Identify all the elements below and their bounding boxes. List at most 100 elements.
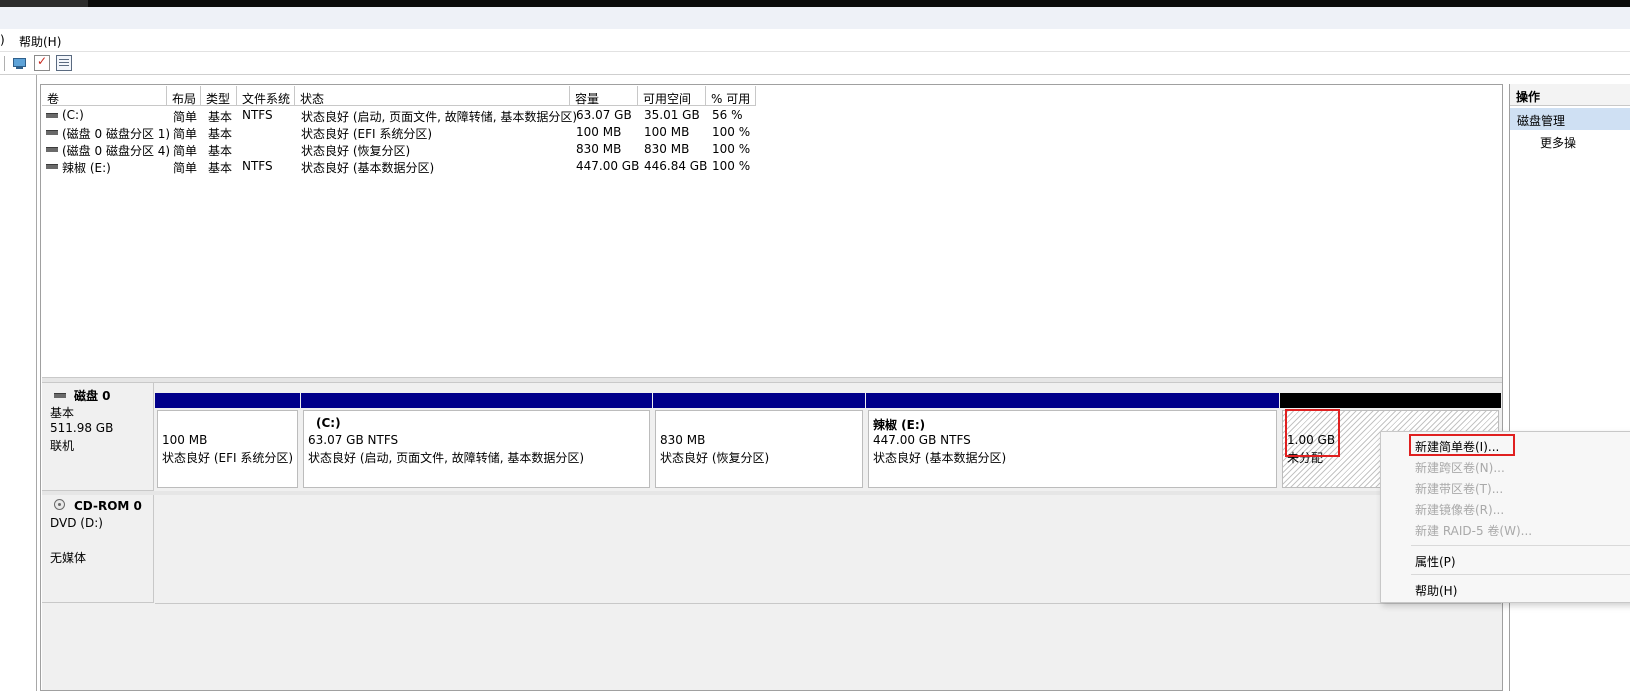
cell-free-space: 446.84 GB (644, 159, 708, 173)
disk-icon (54, 393, 66, 398)
properties-icon[interactable] (56, 55, 72, 71)
column-header-type[interactable]: 类型 (201, 86, 237, 106)
partition-body: 830 MB 状态良好 (恢复分区) (655, 410, 863, 488)
highlight-box-unallocated (1285, 409, 1340, 457)
cell-free-space: 35.01 GB (644, 108, 700, 122)
unallocated-bar (1280, 393, 1501, 408)
cell-status: 状态良好 (恢复分区) (301, 144, 411, 158)
volume-icon (46, 113, 58, 118)
partition-e[interactable]: 辣椒 (E:) 447.00 GB NTFS 状态良好 (基本数据分区) (866, 393, 1279, 491)
cell-layout: 简单 (173, 144, 198, 158)
cdrom-0-label[interactable]: CD-ROM 0 DVD (D:) 无媒体 (42, 495, 154, 603)
column-header-free-space[interactable]: 可用空间 (638, 86, 706, 106)
cell-status: 状态良好 (基本数据分区) (301, 161, 435, 175)
partition-recovery[interactable]: 830 MB 状态良好 (恢复分区) (653, 393, 865, 491)
cell-type: 基本 (208, 110, 233, 124)
volume-icon (46, 130, 58, 135)
menu-separator (1411, 574, 1630, 575)
table-row[interactable]: 辣椒 (E:) 简单 基本 NTFS 状态良好 (基本数据分区) 447.00 … (42, 158, 1502, 175)
cell-volume: (磁盘 0 磁盘分区 4) (62, 144, 171, 158)
table-row[interactable]: (C:) 简单 基本 NTFS 状态良好 (启动, 页面文件, 故障转储, 基本… (42, 107, 1502, 124)
disk-name: 磁盘 0 (74, 389, 111, 403)
console-tree-pane[interactable] (0, 75, 37, 691)
disk-graphical-view: 磁盘 0 基本 511.98 GB 联机 100 MB 状态良好 (EFI 系统… (42, 383, 1502, 690)
menu-item-help[interactable]: 帮助(H) (1415, 582, 1457, 599)
menu-item-new-raid5-volume[interactable]: 新建 RAID-5 卷(W)... (1415, 522, 1532, 539)
table-row[interactable]: (磁盘 0 磁盘分区 1) 简单 基本 状态良好 (EFI 系统分区) 100 … (42, 124, 1502, 141)
cell-percent-free: 100 % (712, 142, 751, 156)
cell-type: 基本 (208, 127, 233, 141)
disk-size: 511.98 GB (50, 421, 114, 435)
cell-layout: 简单 (173, 161, 198, 175)
partition-efi[interactable]: 100 MB 状态良好 (EFI 系统分区) (155, 393, 300, 491)
cell-volume: 辣椒 (E:) (62, 161, 111, 175)
volume-list: 卷 布局 类型 文件系统 状态 容量 可用空间 % 可用 (C:) 简单 基本 … (42, 86, 1502, 377)
cell-layout: 简单 (173, 127, 198, 141)
actions-section-disk-management[interactable]: 磁盘管理 (1510, 108, 1630, 130)
partition-status: 状态良好 (恢复分区) (660, 451, 770, 465)
column-header-status[interactable]: 状态 (295, 86, 570, 106)
cell-percent-free: 56 % (712, 108, 743, 122)
column-header-layout[interactable]: 布局 (167, 86, 201, 106)
window-titlebar (0, 0, 1630, 7)
cell-percent-free: 100 % (712, 159, 751, 173)
cell-type: 基本 (208, 144, 233, 158)
cell-free-space: 830 MB (644, 142, 690, 156)
cell-capacity: 100 MB (576, 125, 622, 139)
menu-separator (1411, 545, 1630, 546)
actions-header: 操作 (1510, 84, 1630, 106)
menu-item-new-striped-volume[interactable]: 新建带区卷(T)... (1415, 480, 1503, 497)
partition-title: 辣椒 (E:) (873, 418, 926, 432)
partition-bar (155, 393, 300, 408)
column-header-volume[interactable]: 卷 (42, 86, 167, 106)
table-row[interactable]: (磁盘 0 磁盘分区 4) 简单 基本 状态良好 (恢复分区) 830 MB 8… (42, 141, 1502, 158)
toolbar-separator (4, 56, 5, 71)
partition-bar (866, 393, 1279, 408)
column-header-percent-free[interactable]: % 可用 (706, 86, 756, 106)
partition-body: (C:) 63.07 GB NTFS 状态良好 (启动, 页面文件, 故障转储,… (303, 410, 650, 488)
menu-item-help[interactable]: 帮助(H) (19, 33, 61, 50)
partition-body: 100 MB 状态良好 (EFI 系统分区) (157, 410, 298, 488)
disk-management-pane: 卷 布局 类型 文件系统 状态 容量 可用空间 % 可用 (C:) 简单 基本 … (40, 84, 1503, 691)
cd-drive-icon (54, 499, 65, 510)
cell-free-space: 100 MB (644, 125, 690, 139)
cell-filesystem: NTFS (242, 159, 273, 173)
cell-layout: 简单 (173, 110, 198, 124)
column-header-capacity[interactable]: 容量 (570, 86, 638, 106)
menu-item-new-mirrored-volume[interactable]: 新建镜像卷(R)... (1415, 501, 1504, 518)
actions-more-link[interactable]: 更多操 (1540, 134, 1576, 151)
partition-bar (301, 393, 652, 408)
partition-status: 状态良好 (启动, 页面文件, 故障转储, 基本数据分区) (308, 451, 585, 465)
computer-icon[interactable] (12, 55, 28, 71)
cell-status: 状态良好 (EFI 系统分区) (301, 127, 433, 141)
toolbar (0, 52, 1630, 75)
cdrom-drive: DVD (D:) (50, 516, 103, 530)
menu-item-properties[interactable]: 属性(P) (1415, 553, 1456, 570)
volume-icon (46, 147, 58, 152)
menu-item-new-spanned-volume[interactable]: 新建跨区卷(N)... (1415, 459, 1505, 476)
partition-body: 辣椒 (E:) 447.00 GB NTFS 状态良好 (基本数据分区) (868, 410, 1277, 488)
cell-volume: (C:) (62, 108, 84, 122)
cell-percent-free: 100 % (712, 125, 751, 139)
window-tab[interactable] (0, 0, 88, 7)
cdrom-area[interactable] (155, 495, 1501, 604)
cdrom-media: 无媒体 (50, 551, 87, 565)
checklist-icon[interactable] (34, 54, 50, 71)
disk-kind: 基本 (50, 406, 75, 420)
cell-status: 状态良好 (启动, 页面文件, 故障转储, 基本数据分区) (301, 110, 578, 124)
cell-capacity: 830 MB (576, 142, 622, 156)
partition-c[interactable]: (C:) 63.07 GB NTFS 状态良好 (启动, 页面文件, 故障转储,… (301, 393, 652, 491)
partition-size: 830 MB (660, 433, 706, 447)
partition-bar (653, 393, 865, 408)
disk-0-label[interactable]: 磁盘 0 基本 511.98 GB 联机 (42, 383, 154, 491)
partition-status: 状态良好 (EFI 系统分区) (162, 451, 294, 465)
cell-capacity: 447.00 GB (576, 159, 640, 173)
cdrom-name: CD-ROM 0 (74, 499, 142, 513)
partition-size: 447.00 GB NTFS (873, 433, 971, 447)
highlight-box-new-simple-volume (1409, 434, 1515, 456)
partition-title: (C:) (316, 416, 341, 430)
column-header-filesystem[interactable]: 文件系统 (237, 86, 295, 106)
menu-item-partial[interactable]: ) (0, 33, 5, 47)
cell-type: 基本 (208, 161, 233, 175)
cell-volume: (磁盘 0 磁盘分区 1) (62, 127, 171, 141)
